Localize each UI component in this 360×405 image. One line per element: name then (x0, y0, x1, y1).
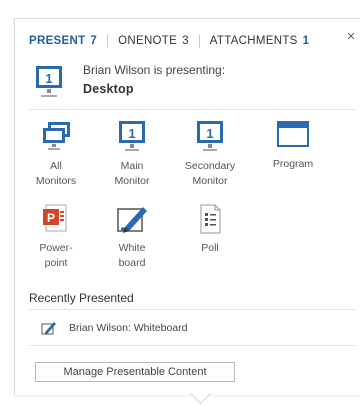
option-label: Power- point (39, 242, 73, 269)
option-label: Secondary Monitor (184, 160, 236, 187)
monitor-icon: 1 (36, 66, 62, 97)
option-secondary-monitor[interactable]: 1 Secondary Monitor (175, 121, 245, 201)
option-label: Program (272, 158, 314, 170)
tab-attachments-label: ATTACHMENTS (209, 35, 298, 47)
option-main-monitor[interactable]: 1 Main Monitor (97, 121, 167, 201)
tab-present-count: 7 (90, 35, 98, 47)
whiteboard-icon (117, 207, 147, 233)
poll-icon (200, 204, 221, 234)
presenter-text: Brian Wilson is presenting: (83, 63, 226, 77)
divider (29, 309, 356, 310)
manage-presentable-content-button[interactable]: Manage Presentable Content (35, 362, 235, 382)
tab-bar: PRESENT 7 ONENOTE 3 ATTACHMENTS 1 (15, 33, 319, 49)
program-window-icon (277, 121, 309, 147)
option-label: Poll (201, 242, 219, 254)
divider (29, 345, 356, 346)
all-monitors-icon (43, 122, 70, 150)
option-whiteboard[interactable]: White board (97, 203, 167, 283)
recently-presented-heading: Recently Presented (29, 291, 134, 305)
svg-text:1: 1 (128, 126, 135, 141)
tab-present[interactable]: PRESENT 7 (15, 35, 107, 47)
option-label: Main Monitor (114, 160, 150, 187)
recent-item-label: Brian Wilson: Whiteboard (69, 322, 188, 334)
svg-text:1: 1 (206, 126, 213, 141)
option-label: All Monitors (35, 160, 77, 187)
close-icon[interactable]: × (343, 29, 359, 45)
option-label: White board (118, 242, 146, 269)
svg-text:P: P (47, 211, 55, 225)
presenting-status: 1 Brian Wilson is presenting: Desktop (35, 63, 355, 103)
option-poll[interactable]: Poll (175, 203, 245, 273)
svg-text:1: 1 (45, 71, 52, 86)
presented-content: Desktop (83, 82, 134, 96)
monitor-icon: 1 (197, 121, 223, 151)
tab-onenote[interactable]: ONENOTE 3 (108, 35, 199, 47)
monitor-icon: 1 (119, 121, 145, 151)
option-powerpoint[interactable]: P Power- point (21, 203, 91, 283)
divider (29, 109, 356, 110)
powerpoint-icon: P (43, 204, 67, 232)
recent-item[interactable]: Brian Wilson: Whiteboard (41, 319, 187, 337)
option-program[interactable]: Program (258, 121, 328, 191)
tab-onenote-label: ONENOTE (118, 35, 178, 47)
whiteboard-icon (41, 322, 56, 335)
tab-attachments[interactable]: ATTACHMENTS 1 (200, 35, 320, 47)
present-panel: PRESENT 7 ONENOTE 3 ATTACHMENTS 1 × 1 Br… (14, 18, 360, 395)
option-all-monitors[interactable]: All Monitors (21, 121, 91, 201)
tab-attachments-count: 1 (302, 35, 310, 47)
tab-present-label: PRESENT (29, 35, 86, 47)
tab-onenote-count: 3 (182, 35, 189, 47)
